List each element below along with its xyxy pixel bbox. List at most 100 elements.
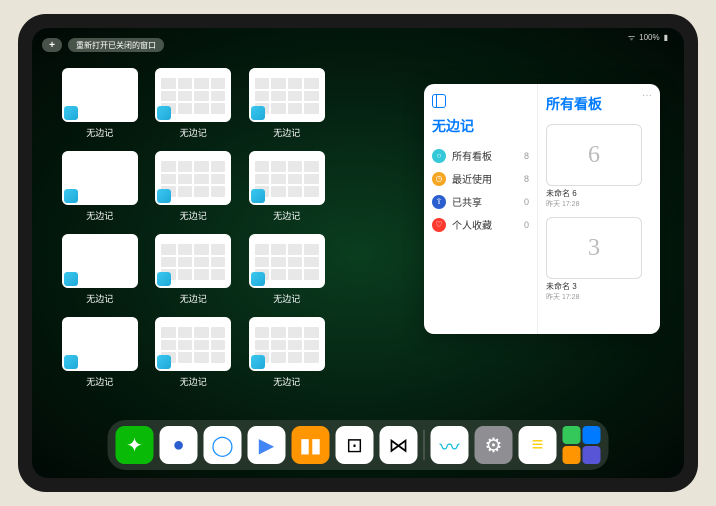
sidebar-item-count: 8 — [524, 151, 529, 161]
freeform-icon — [64, 106, 78, 120]
app-window[interactable]: 无边记 — [60, 234, 140, 305]
sidebar-item-icon: ○ — [432, 149, 446, 163]
app-label: 无边记 — [86, 292, 113, 305]
freeform-icon — [157, 272, 171, 286]
wifi-icon: ᯤ — [628, 32, 635, 43]
window-thumbnail[interactable] — [155, 68, 231, 122]
freeform-icon — [157, 355, 171, 369]
freeform-icon — [157, 106, 171, 120]
sidebar-item[interactable]: ♡ 个人收藏 0 — [432, 213, 529, 236]
freeform-icon — [157, 189, 171, 203]
sidebar-item-count: 0 — [524, 220, 529, 230]
app-window[interactable]: 无边记 — [60, 151, 140, 222]
add-button[interactable]: + — [42, 38, 62, 52]
panel-content: ··· 所有看板 6未命名 6昨天 17:283未命名 3昨天 17:28 — [538, 84, 660, 334]
battery-icon: ▮ — [664, 33, 668, 42]
board-card[interactable]: 3未命名 3昨天 17:28 — [546, 217, 642, 302]
sidebar-item-icon: ◷ — [432, 172, 446, 186]
panel-left-title: 无边记 — [432, 116, 529, 136]
window-thumbnail[interactable] — [249, 234, 325, 288]
window-thumbnail[interactable] — [62, 234, 138, 288]
stage-manager-area: 无边记无边记无边记无边记无边记无边记无边记无边记无边记无边记无边记无边记 — [60, 68, 420, 388]
dock-app-dice[interactable]: ⊡ — [336, 426, 374, 464]
window-thumbnail[interactable] — [62, 151, 138, 205]
dock-app-quark[interactable]: ● — [160, 426, 198, 464]
dock-separator — [424, 430, 425, 460]
app-window[interactable]: 无边记 — [154, 234, 234, 305]
sidebar-toggle-icon[interactable] — [432, 94, 446, 108]
panel-sidebar: 无边记 ○ 所有看板 8 ◷ 最近使用 8 ⇪ 已共享 0 ♡ 个人收藏 0 — [424, 84, 538, 334]
reopen-window-button[interactable]: 重新打开已关闭的窗口 — [68, 38, 164, 52]
freeform-icon — [251, 106, 265, 120]
window-thumbnail[interactable] — [155, 151, 231, 205]
app-label: 无边记 — [180, 126, 207, 139]
dock-app-play[interactable]: ▶ — [248, 426, 286, 464]
dock-app-books[interactable]: ▮▮ — [292, 426, 330, 464]
window-thumbnail[interactable] — [249, 317, 325, 371]
app-label: 无边记 — [273, 375, 300, 388]
status-bar: ᯤ 100% ▮ — [628, 32, 668, 43]
sidebar-item-icon: ⇪ — [432, 195, 446, 209]
sidebar-item-count: 0 — [524, 197, 529, 207]
freeform-icon — [251, 355, 265, 369]
window-thumbnail[interactable] — [249, 68, 325, 122]
panel-menu-icon[interactable]: ··· — [642, 90, 652, 101]
board-name: 未命名 6 — [546, 188, 642, 199]
app-window[interactable]: 无边记 — [154, 151, 234, 222]
board-thumbnail: 6 — [546, 124, 642, 186]
app-label: 无边记 — [180, 292, 207, 305]
freeform-icon — [251, 189, 265, 203]
app-label: 无边记 — [86, 209, 113, 222]
window-thumbnail[interactable] — [249, 151, 325, 205]
dock: ✦●◯▶▮▮⊡⋈ 〰⚙≡ — [108, 420, 609, 470]
freeform-icon — [64, 272, 78, 286]
top-controls: + 重新打开已关闭的窗口 — [42, 38, 164, 52]
sidebar-item-count: 8 — [524, 174, 529, 184]
dock-app-qqbrowser[interactable]: ◯ — [204, 426, 242, 464]
board-thumbnail: 3 — [546, 217, 642, 279]
sidebar-item-label: 个人收藏 — [452, 217, 492, 232]
board-card[interactable]: 6 未命名 6昨天 17:28 — [546, 124, 642, 209]
app-window[interactable]: 无边记 — [154, 68, 234, 139]
dock-app-settings[interactable]: ⚙ — [475, 426, 513, 464]
freeform-icon — [251, 272, 265, 286]
app-window[interactable]: 无边记 — [247, 68, 327, 139]
dock-app-freeform[interactable]: 〰 — [431, 426, 469, 464]
dock-app-wechat[interactable]: ✦ — [116, 426, 154, 464]
ipad-frame: ᯤ 100% ▮ + 重新打开已关闭的窗口 无边记无边记无边记无边记无边记无边记… — [18, 14, 698, 492]
window-thumbnail[interactable] — [62, 68, 138, 122]
app-window[interactable]: 无边记 — [247, 151, 327, 222]
window-thumbnail[interactable] — [155, 234, 231, 288]
dock-app-notes[interactable]: ≡ — [519, 426, 557, 464]
app-window[interactable]: 无边记 — [247, 317, 327, 388]
board-time: 昨天 17:28 — [546, 199, 642, 209]
sidebar-item-label: 已共享 — [452, 194, 482, 209]
freeform-panel: 无边记 ○ 所有看板 8 ◷ 最近使用 8 ⇪ 已共享 0 ♡ 个人收藏 0 ··· 所有看板 6 未命… — [424, 84, 660, 334]
app-window[interactable]: 无边记 — [60, 68, 140, 139]
app-label: 无边记 — [273, 209, 300, 222]
app-window[interactable]: 无边记 — [60, 317, 140, 388]
app-label: 无边记 — [273, 126, 300, 139]
dock-app-sync[interactable]: ⋈ — [380, 426, 418, 464]
app-label: 无边记 — [273, 292, 300, 305]
app-library-icon[interactable] — [563, 426, 601, 464]
battery-label: 100% — [639, 33, 659, 42]
app-window[interactable]: 无边记 — [154, 317, 234, 388]
freeform-icon — [64, 355, 78, 369]
sidebar-item[interactable]: ◷ 最近使用 8 — [432, 167, 529, 190]
app-window[interactable]: 无边记 — [247, 234, 327, 305]
sidebar-item[interactable]: ⇪ 已共享 0 — [432, 190, 529, 213]
app-label: 无边记 — [86, 126, 113, 139]
panel-right-title: 所有看板 — [546, 94, 652, 114]
window-thumbnail[interactable] — [62, 317, 138, 371]
app-label: 无边记 — [180, 375, 207, 388]
app-label: 无边记 — [86, 375, 113, 388]
sidebar-item-label: 最近使用 — [452, 171, 492, 186]
screen: ᯤ 100% ▮ + 重新打开已关闭的窗口 无边记无边记无边记无边记无边记无边记… — [32, 28, 684, 478]
board-time: 昨天 17:28 — [546, 292, 642, 302]
sidebar-item[interactable]: ○ 所有看板 8 — [432, 144, 529, 167]
sidebar-item-icon: ♡ — [432, 218, 446, 232]
window-thumbnail[interactable] — [155, 317, 231, 371]
app-label: 无边记 — [180, 209, 207, 222]
sidebar-item-label: 所有看板 — [452, 148, 492, 163]
